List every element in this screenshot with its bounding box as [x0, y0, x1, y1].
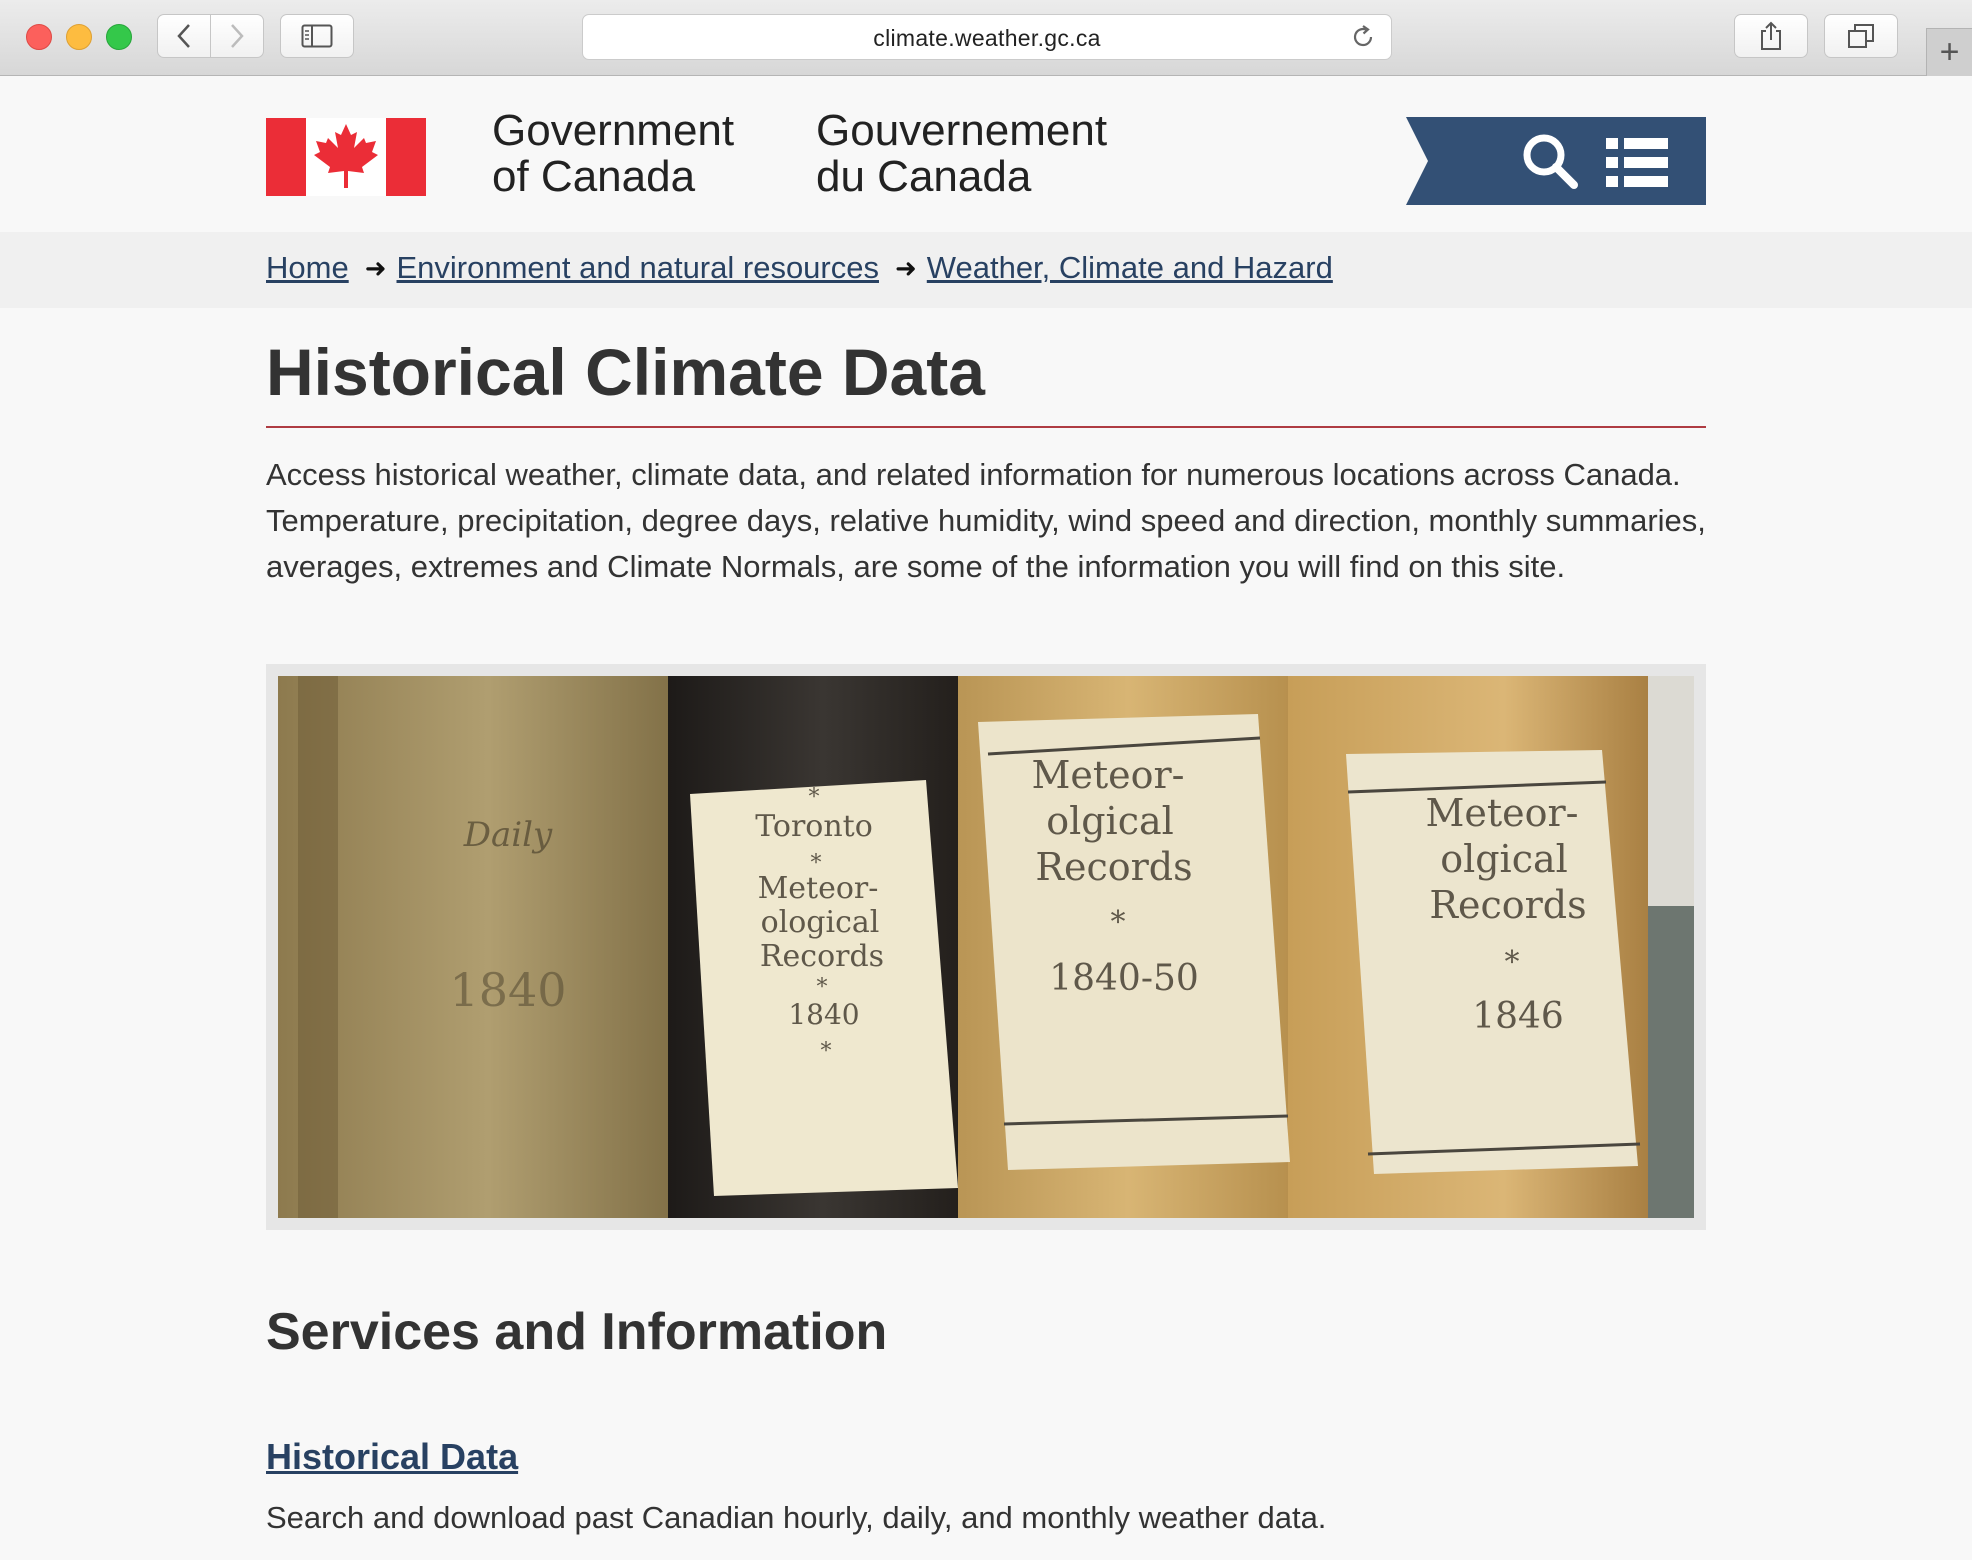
hero-image-frame: Daily 1840 * Toronto * Meteor- ological … [266, 664, 1706, 1230]
share-button[interactable] [1734, 14, 1808, 58]
reload-icon[interactable] [1349, 23, 1377, 51]
book-spine-label: Records [760, 939, 884, 974]
breadcrumb-environment[interactable]: Environment and natural resources [397, 250, 879, 286]
book-spine-label: Meteor- [1425, 791, 1578, 835]
browser-toolbar: climate.weather.gc.ca + [0, 0, 1972, 76]
arrow-right-icon: ➜ [364, 252, 387, 283]
share-icon [1761, 21, 1781, 50]
show-tabs-button[interactable] [1824, 14, 1898, 58]
web-page: Government of Canada Gouvernement du Can… [0, 76, 1972, 1560]
plus-icon: + [1939, 33, 1960, 71]
breadcrumb-weather[interactable]: Weather, Climate and Hazard [927, 250, 1333, 286]
title-divider [266, 426, 1706, 428]
address-url: climate.weather.gc.ca [873, 25, 1101, 51]
book-spine-label: * [1111, 905, 1126, 940]
book-spine-label: Records [1429, 883, 1586, 927]
address-bar[interactable]: climate.weather.gc.ca [582, 14, 1392, 60]
minimize-window-button[interactable] [66, 24, 92, 50]
book-spine-label: Records [1035, 845, 1192, 889]
chevron-right-icon [231, 24, 244, 48]
book-spine-label: * [821, 1039, 832, 1064]
book-spine-label: 1840 [449, 963, 566, 1017]
book-spine-label: Meteor- [1031, 753, 1184, 797]
tabs-overview-icon [1848, 24, 1874, 48]
gouvernement-du-canada-wordmark[interactable]: Gouvernement du Canada [816, 108, 1107, 200]
book-spine-label: * [1505, 945, 1520, 980]
intro-paragraph: Access historical weather, climate data,… [266, 457, 1706, 584]
section-title: Services and Information [266, 1303, 888, 1361]
back-button[interactable] [157, 14, 211, 58]
book-spine-label: 1840 [788, 998, 859, 1031]
breadcrumb: Home ➜ Environment and natural resources… [266, 250, 1333, 286]
forward-button[interactable] [210, 14, 264, 58]
site-header: Government of Canada Gouvernement du Can… [0, 76, 1972, 232]
arrow-right-icon: ➜ [894, 252, 917, 283]
breadcrumb-bar: Home ➜ Environment and natural resources… [0, 232, 1972, 308]
historical-data-link[interactable]: Historical Data [266, 1436, 518, 1478]
book-spine-label: Daily [463, 815, 553, 855]
breadcrumb-home[interactable]: Home [266, 250, 349, 286]
book-spine-label: Toronto [755, 809, 873, 844]
book-spine-label: * [817, 975, 828, 1000]
sidebar-icon [301, 24, 333, 48]
new-tab-button[interactable]: + [1926, 28, 1972, 76]
book-spine-label: olgical [1440, 837, 1568, 881]
browser-window: climate.weather.gc.ca + Government of Ca… [0, 0, 1972, 1560]
book-spine-label: Meteor- [758, 871, 879, 906]
book-spine-label: ological [761, 905, 880, 940]
menu-list-icon[interactable] [1606, 136, 1668, 190]
close-window-button[interactable] [26, 24, 52, 50]
book-spine-label: * [809, 785, 820, 810]
chevron-left-icon [177, 24, 190, 48]
book-spine-label: 1840-50 [1049, 958, 1199, 999]
book-spine-label: 1846 [1472, 996, 1564, 1037]
page-title: Historical Climate Data [266, 335, 985, 409]
search-icon[interactable] [1520, 131, 1580, 191]
government-of-canada-wordmark[interactable]: Government of Canada [492, 108, 734, 200]
hero-image-record-books: Daily 1840 * Toronto * Meteor- ological … [278, 676, 1694, 1218]
book-spine-label: olgical [1046, 799, 1174, 843]
zoom-window-button[interactable] [106, 24, 132, 50]
canada-flag-logo[interactable] [266, 118, 426, 196]
historical-data-description: Search and download past Canadian hourly… [266, 1500, 1327, 1535]
sidebar-toggle-button[interactable] [280, 14, 354, 58]
